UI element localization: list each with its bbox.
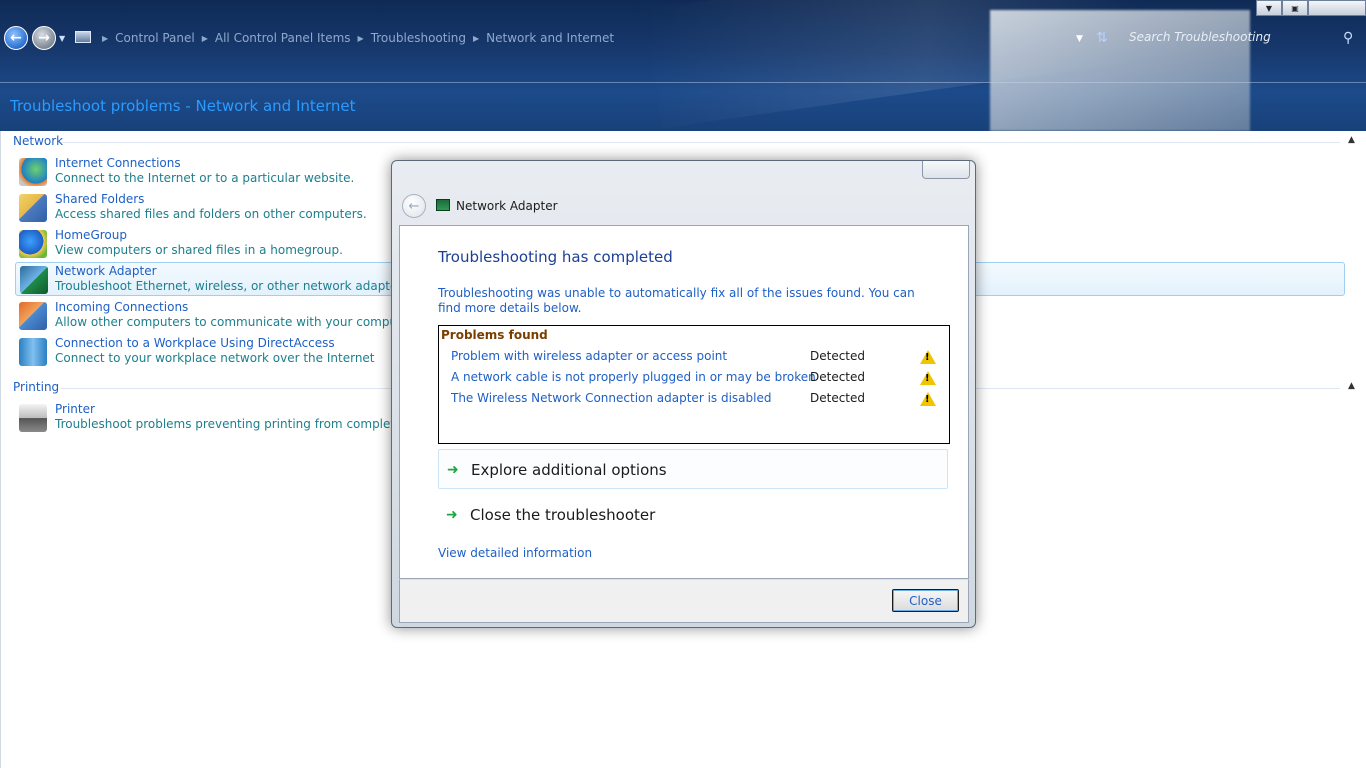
control-panel-icon[interactable] (75, 31, 91, 43)
back-arrow-icon[interactable]: ← (4, 26, 28, 50)
network-adapter-icon (20, 266, 48, 294)
problem-row[interactable]: The Wireless Network Connection adapter … (451, 391, 941, 409)
close-window-button[interactable] (1308, 0, 1366, 16)
group-header-network: Network (13, 134, 64, 148)
problems-title: Problems found (441, 328, 548, 342)
item-desc: Access shared files and folders on other… (55, 207, 367, 221)
collapse-network-icon[interactable]: ▲ (1348, 135, 1358, 145)
back-arrow-icon[interactable]: ← (402, 194, 426, 218)
problem-row[interactable]: Problem with wireless adapter or access … (451, 349, 941, 367)
item-title: Internet Connections (55, 156, 181, 170)
problem-name[interactable]: The Wireless Network Connection adapter … (451, 391, 771, 405)
breadcrumb-item[interactable]: Network and Internet (486, 31, 614, 45)
item-title: Connection to a Workplace Using DirectAc… (55, 336, 335, 350)
group-divider (61, 142, 1340, 143)
breadcrumb-separator-icon[interactable]: ▶ (473, 31, 479, 45)
item-title: Printer (55, 402, 95, 416)
warning-mark: ! (925, 352, 930, 363)
dialog-title: Network Adapter (456, 199, 558, 213)
item-desc: Troubleshoot Ethernet, wireless, or othe… (55, 279, 413, 293)
network-adapter-icon (436, 199, 450, 211)
group-header-printing: Printing (13, 380, 60, 394)
problem-status: Detected (810, 349, 866, 363)
search-input[interactable]: Search Troubleshooting (1121, 30, 1361, 48)
item-title: HomeGroup (55, 228, 127, 242)
building-icon (19, 338, 47, 366)
problem-status: Detected (810, 370, 866, 384)
refresh-icon[interactable]: ⇅ (1096, 30, 1108, 46)
address-dropdown-icon[interactable]: ▼ (1076, 34, 1083, 44)
breadcrumb-item[interactable]: All Control Panel Items (215, 31, 351, 45)
breadcrumb-separator-icon[interactable]: ▶ (358, 31, 364, 45)
problem-name[interactable]: Problem with wireless adapter or access … (451, 349, 727, 363)
problem-name[interactable]: A network cable is not properly plugged … (451, 370, 816, 384)
breadcrumb-separator-icon[interactable]: ▶ (102, 31, 108, 45)
dialog-footer: Close (399, 579, 969, 623)
breadcrumb-item[interactable]: Control Panel (115, 31, 195, 45)
history-dropdown-icon[interactable]: ▼ (59, 34, 65, 43)
incoming-connections-icon (19, 302, 47, 330)
breadcrumb-item[interactable]: Troubleshooting (371, 31, 466, 45)
dialog-heading: Troubleshooting has completed (438, 248, 673, 266)
collapse-printing-icon[interactable]: ▲ (1348, 381, 1358, 391)
shared-folder-icon (19, 194, 47, 222)
warning-mark: ! (925, 373, 930, 384)
item-desc: Connect to your workplace network over t… (55, 351, 375, 365)
dialog-body: Troubleshooting has completed Troublesho… (399, 225, 969, 579)
homegroup-icon (19, 230, 47, 258)
navigation-bar: ← → ▼ ▶ Control Panel ▶ All Control Pane… (0, 22, 1366, 54)
close-troubleshooter-button[interactable]: ➜ Close the troubleshooter (438, 495, 948, 535)
search-icon[interactable]: ⚲ (1343, 30, 1353, 46)
restore-icon[interactable]: ▣ (1282, 0, 1308, 16)
item-desc: Connect to the Internet or to a particul… (55, 171, 355, 185)
dialog-close-icon[interactable] (922, 161, 970, 179)
item-desc: Troubleshoot problems preventing printin… (55, 417, 418, 431)
problem-status: Detected (810, 391, 866, 405)
green-arrow-icon: ➜ (447, 462, 459, 478)
globe-icon (19, 158, 47, 186)
minimize-icon[interactable]: ▼ (1256, 0, 1282, 16)
item-desc: Allow other computers to communicate wit… (55, 315, 436, 329)
window-controls: ▼ ▣ (1256, 0, 1366, 16)
window-chrome: ▼ ▣ ← → ▼ ▶ Control Panel ▶ All Control … (0, 0, 1366, 131)
printer-icon (19, 404, 47, 432)
item-title: Shared Folders (55, 192, 145, 206)
item-title: Incoming Connections (55, 300, 189, 314)
green-arrow-icon: ➜ (446, 507, 458, 523)
option-label: Explore additional options (471, 461, 667, 479)
forward-arrow-icon[interactable]: → (32, 26, 56, 50)
page-title: Troubleshoot problems - Network and Inte… (10, 97, 356, 115)
explore-options-button[interactable]: ➜ Explore additional options (438, 449, 948, 489)
header-divider (0, 82, 1366, 83)
breadcrumb-separator-icon[interactable]: ▶ (202, 31, 208, 45)
item-title: Network Adapter (55, 264, 157, 278)
troubleshooter-dialog: ← Network Adapter Troubleshooting has co… (391, 160, 976, 628)
view-details-link[interactable]: View detailed information (438, 546, 592, 560)
close-button[interactable]: Close (892, 589, 959, 612)
problems-found-panel: Problems found Problem with wireless ada… (438, 325, 950, 444)
problem-row[interactable]: A network cable is not properly plugged … (451, 370, 941, 388)
item-desc: View computers or shared files in a home… (55, 243, 343, 257)
dialog-intro: Troubleshooting was unable to automatica… (438, 286, 915, 315)
option-label: Close the troubleshooter (470, 506, 656, 524)
breadcrumb: ▶ Control Panel ▶ All Control Panel Item… (95, 31, 614, 45)
warning-mark: ! (925, 394, 930, 405)
